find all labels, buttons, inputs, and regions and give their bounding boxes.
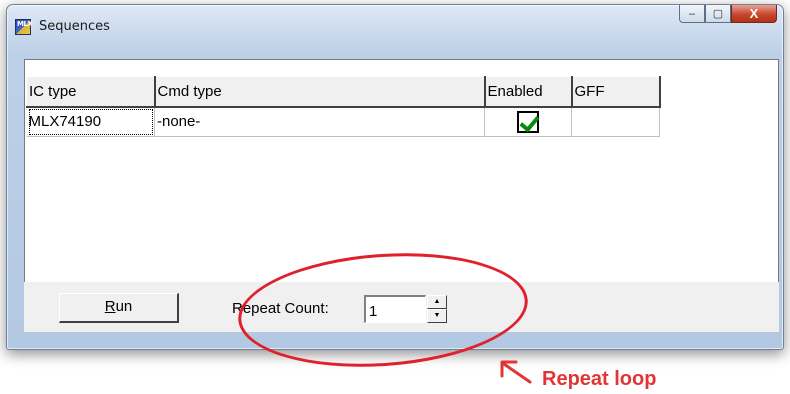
enabled-checkbox-icon[interactable] (517, 110, 539, 133)
sequence-table: IC type Cmd type Enabled GFF MLX74190 -n… (26, 76, 661, 137)
sequence-grid[interactable]: IC type Cmd type Enabled GFF MLX74190 -n… (24, 59, 779, 283)
run-button[interactable]: Run (59, 293, 179, 323)
table-row[interactable]: MLX74190 -none- (26, 106, 660, 137)
minimize-icon: – (688, 7, 696, 20)
app-icon-text: MLX (17, 20, 33, 28)
column-header-enabled[interactable]: Enabled (484, 76, 573, 108)
column-header-cmd-type[interactable]: Cmd type (154, 76, 486, 108)
annotation-label: Repeat loop (542, 368, 657, 390)
annotation-arrow-icon (500, 360, 532, 384)
maximize-icon: ▢ (712, 8, 724, 20)
column-header-ic-type[interactable]: IC type (26, 76, 156, 108)
column-header-gff[interactable]: GFF (571, 76, 661, 108)
header-row: IC type Cmd type Enabled GFF (26, 76, 661, 108)
title-bar[interactable]: MLX Sequences – ▢ X (7, 5, 783, 49)
cell-gff[interactable] (571, 106, 660, 137)
caption-buttons: – ▢ X (679, 5, 777, 25)
close-icon: X (749, 6, 759, 21)
run-accelerator: R (104, 298, 116, 315)
cell-cmd-type[interactable]: -none- (154, 106, 485, 137)
app-icon: MLX (15, 19, 33, 35)
maximize-button[interactable]: ▢ (705, 5, 731, 23)
cell-ic-type[interactable]: MLX74190 (26, 106, 155, 137)
run-label-rest: un (115, 298, 133, 315)
window-title: Sequences (39, 19, 110, 34)
cell-enabled[interactable] (484, 106, 572, 137)
close-button[interactable]: X (731, 5, 777, 23)
minimize-button[interactable]: – (679, 5, 705, 23)
